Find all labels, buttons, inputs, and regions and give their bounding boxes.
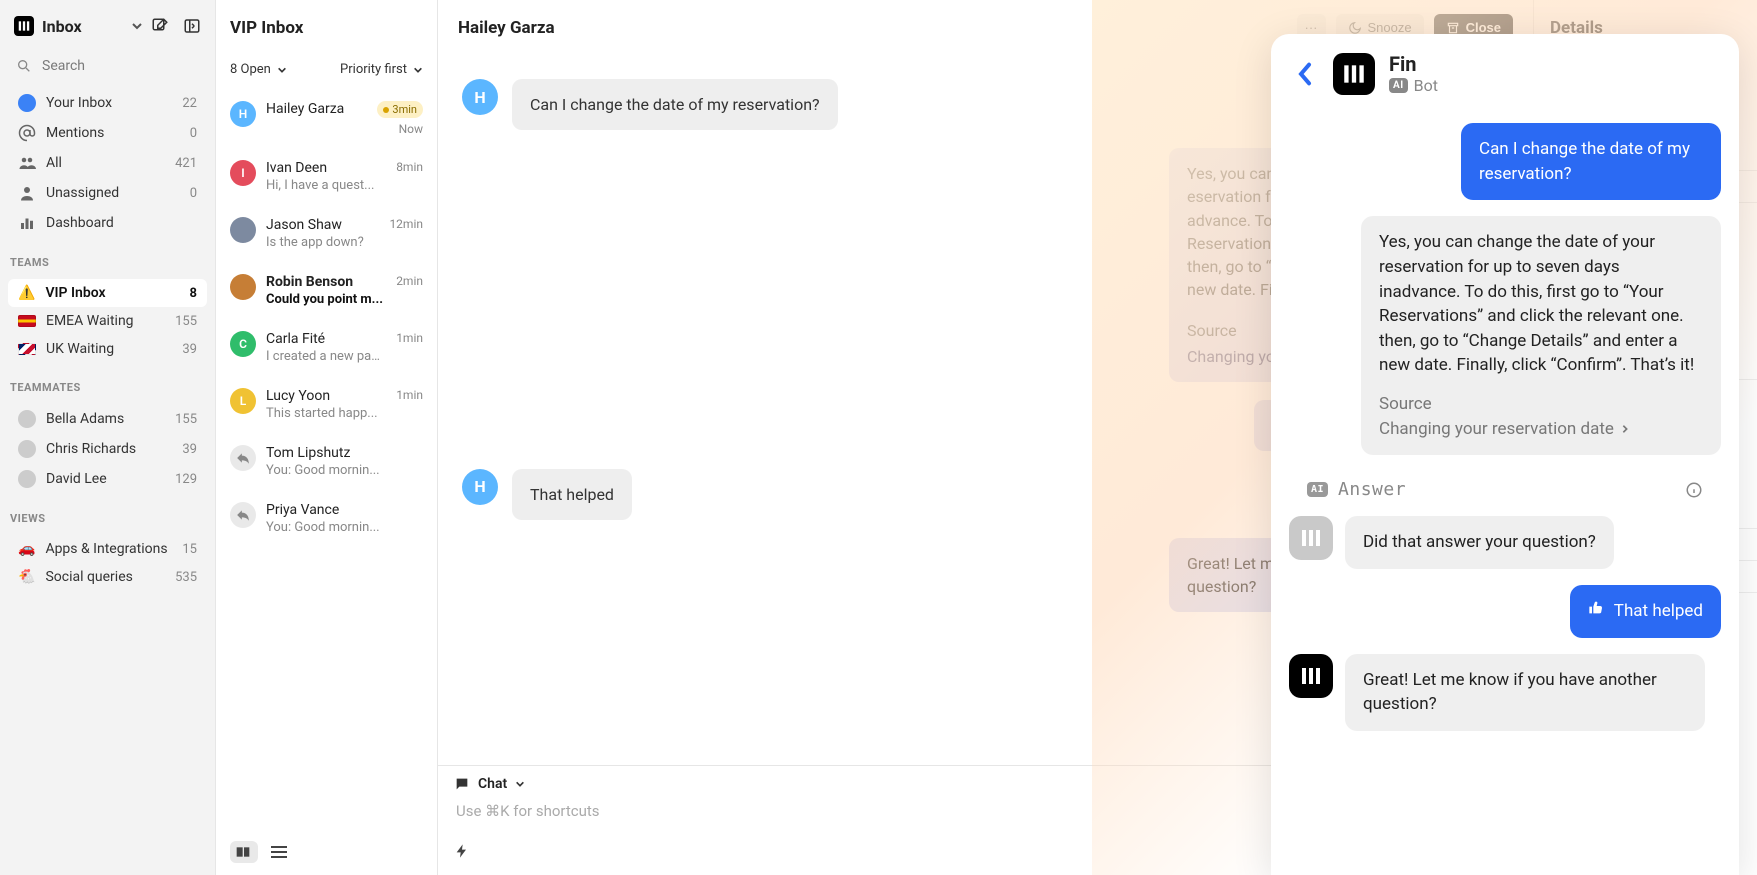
archive-icon	[1446, 21, 1460, 35]
back-icon[interactable]	[1291, 62, 1319, 86]
sidebar-item-teammate-0[interactable]: Bella Adams155	[8, 404, 207, 434]
conversation-participant-name: Hailey Garza	[458, 18, 1287, 38]
compose-icon[interactable]	[151, 17, 169, 35]
layout-columns-icon[interactable]	[230, 841, 258, 863]
conversation-item-5[interactable]: LLucy YoonThis started happ...1min	[216, 376, 437, 433]
sidebar-item-team-2[interactable]: UK Waiting39	[8, 335, 207, 363]
sidebar-item-main-3[interactable]: Unassigned0	[8, 178, 207, 208]
search-input[interactable]: Search	[0, 48, 215, 84]
priority-badge: 3min	[377, 101, 423, 118]
fin-role: AI Bot	[1389, 76, 1438, 95]
fin-popup: Fin AI Bot Can I change the date of my r…	[1271, 34, 1739, 875]
layout-list-icon[interactable]	[270, 841, 288, 863]
teammates-heading: TEAMMATES	[0, 367, 215, 400]
sidebar-item-teammate-2[interactable]: David Lee129	[8, 464, 207, 494]
sidebar-title[interactable]: Inbox	[42, 17, 123, 36]
chevron-right-icon	[1620, 424, 1630, 434]
sidebar-main-section: Your Inbox22Mentions0All421Unassigned0Da…	[0, 84, 215, 242]
incoming-message: Can I change the date of my reservation?	[512, 79, 838, 130]
app-logo	[14, 16, 34, 36]
reply-icon	[230, 445, 256, 471]
fin-source-link[interactable]: Changing your reservation date	[1379, 417, 1703, 442]
fin-bot-message: Great! Let me know if you have another q…	[1345, 654, 1705, 731]
sidebar-item-teammate-1[interactable]: Chris Richards39	[8, 434, 207, 464]
conversation-item-1[interactable]: IIvan DeenHi, I have a quest...8min	[216, 148, 437, 205]
sidebar-teams-section: ⚠️VIP Inbox8EMEA Waiting155UK Waiting39	[0, 275, 215, 367]
conversation-avatar	[230, 274, 256, 300]
thumbs-up-icon	[1588, 600, 1604, 616]
conversation-items: HHailey Garza3minNowIIvan DeenHi, I have…	[216, 89, 437, 547]
conversation-item-0[interactable]: HHailey Garza3minNow	[216, 89, 437, 148]
lightning-icon[interactable]	[454, 843, 470, 859]
conversation-avatar: I	[230, 160, 256, 186]
fin-bot-avatar	[1289, 516, 1333, 560]
user-avatar: H	[462, 469, 498, 505]
search-placeholder: Search	[42, 58, 85, 74]
sidebar-views-section: 🚗Apps & Integrations15🐔Social queries535	[0, 531, 215, 595]
conversation-list: VIP Inbox 8 Open Priority first HHailey …	[216, 0, 438, 875]
ai-badge: AI	[1389, 78, 1408, 93]
sidebar-item-main-2[interactable]: All421	[8, 148, 207, 178]
sidebar: Inbox Search Your Inbox22Mentions0All421…	[0, 0, 216, 875]
moon-icon	[1348, 21, 1362, 35]
fin-avatar	[1333, 53, 1375, 95]
fin-user-message: Can I change the date of my reservation?	[1461, 123, 1721, 200]
user-avatar: H	[462, 79, 498, 115]
fin-user-reply[interactable]: That helped	[1570, 585, 1721, 638]
sidebar-item-team-0[interactable]: ⚠️VIP Inbox8	[8, 279, 207, 307]
fin-bot-message: Yes, you can change the date of your res…	[1361, 216, 1721, 455]
reply-icon	[230, 502, 256, 528]
conversation-item-6[interactable]: Tom LipshutzYou: Good mornin...	[216, 433, 437, 490]
conversation-item-3[interactable]: Robin BensonCould you point m...2min	[216, 262, 437, 319]
incoming-message: That helped	[512, 469, 632, 520]
conversation-avatar: C	[230, 331, 256, 357]
sidebar-item-main-4[interactable]: Dashboard	[8, 208, 207, 238]
chevron-down-icon[interactable]	[131, 20, 143, 32]
sidebar-teammates-section: Bella Adams155Chris Richards39David Lee1…	[0, 400, 215, 498]
sidebar-item-team-1[interactable]: EMEA Waiting155	[8, 307, 207, 335]
fin-bot-message: Did that answer your question?	[1345, 516, 1614, 569]
sidebar-item-main-1[interactable]: Mentions0	[8, 118, 207, 148]
fin-name: Fin	[1389, 52, 1438, 76]
fin-bot-avatar	[1289, 654, 1333, 698]
collapse-sidebar-icon[interactable]	[183, 17, 201, 35]
chevron-down-icon	[515, 779, 525, 789]
conversation-item-4[interactable]: CCarla FitéI created a new page...1min	[216, 319, 437, 376]
info-icon[interactable]	[1685, 481, 1703, 499]
conversation-item-7[interactable]: Priya VanceYou: Good mornin...	[216, 490, 437, 547]
open-filter[interactable]: 8 Open	[230, 62, 287, 77]
sort-dropdown[interactable]: Priority first	[340, 62, 423, 77]
conversation-avatar: H	[230, 101, 256, 127]
chat-icon	[454, 776, 470, 792]
conversation-item-2[interactable]: Jason ShawIs the app down?12min	[216, 205, 437, 262]
sidebar-item-main-0[interactable]: Your Inbox22	[8, 88, 207, 118]
sidebar-item-view-0[interactable]: 🚗Apps & Integrations15	[8, 535, 207, 563]
conversation-avatar: L	[230, 388, 256, 414]
convlist-title: VIP Inbox	[230, 18, 423, 38]
fin-answer-label: AI Answer	[1289, 471, 1721, 516]
views-heading: VIEWS	[0, 498, 215, 531]
sidebar-item-view-1[interactable]: 🐔Social queries535	[8, 563, 207, 591]
teams-heading: TEAMS	[0, 242, 215, 275]
conversation-avatar	[230, 217, 256, 243]
